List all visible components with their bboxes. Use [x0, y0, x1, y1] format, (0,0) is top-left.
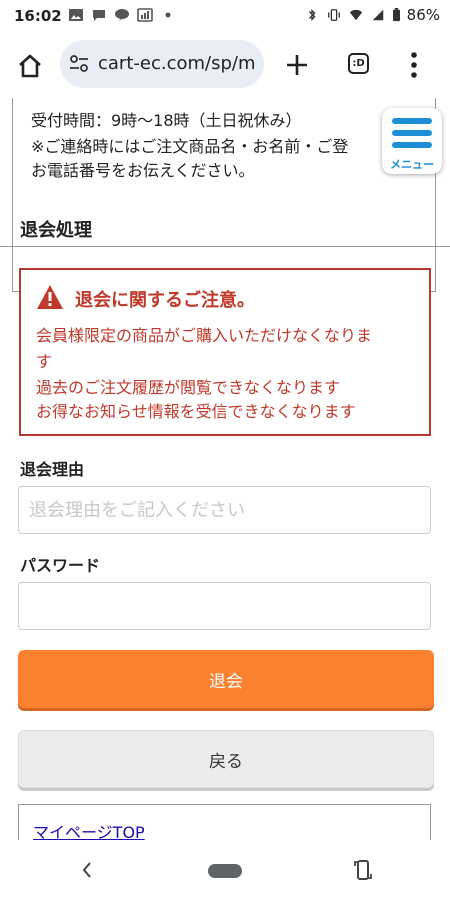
site-settings-icon[interactable] — [68, 54, 90, 74]
rotate-icon[interactable] — [352, 858, 374, 882]
contact-line: お電話番号をお伝えください。 — [31, 161, 255, 180]
address-bar[interactable]: cart-ec.com/sp/m — [60, 40, 264, 88]
warning-message: 会員様限定の商品がご購入いただけなくなりま — [36, 326, 373, 345]
vibrate-icon — [327, 9, 340, 21]
back-button[interactable]: 戻る — [18, 730, 434, 788]
warning-title: 退会に関するご注意。 — [75, 290, 255, 311]
divider — [0, 246, 450, 247]
password-input[interactable] — [18, 582, 431, 630]
browser-toolbar: cart-ec.com/sp/m :D — [0, 32, 450, 98]
menu-bar — [392, 130, 432, 136]
status-time: 16:02 — [14, 7, 62, 25]
warning-message: 過去のご注文履歴が閲覧できなくなります — [36, 378, 341, 397]
new-tab-icon[interactable] — [284, 52, 310, 78]
signal-icon — [372, 9, 383, 21]
dot-icon — [165, 12, 171, 18]
tab-switcher-button[interactable]: :D — [348, 53, 369, 74]
nav-back-icon[interactable] — [80, 860, 94, 880]
system-nav-bar — [0, 840, 450, 900]
link-box: マイページTOP — [18, 804, 431, 840]
warning-icon — [37, 285, 63, 309]
contact-line: ※ご連絡時にはご注文商品名・お名前・ご登 — [31, 137, 349, 156]
status-bar: 16:02 86% — [0, 0, 450, 32]
nav-home-pill[interactable] — [208, 864, 242, 878]
warning-box: 退会に関するご注意。 会員様限定の商品がご購入いただけなくなりま す 過去のご注… — [19, 268, 431, 436]
menu-bar — [392, 142, 432, 148]
password-label: パスワード — [20, 556, 101, 575]
reason-input[interactable] — [18, 486, 431, 534]
bluetooth-icon — [308, 9, 316, 21]
page-title: 退会処理 — [20, 220, 92, 241]
menu-bar — [392, 118, 432, 124]
menu-label: メニュー — [390, 158, 434, 171]
line-app-icon — [115, 9, 129, 21]
chat-icon — [93, 10, 105, 21]
withdraw-button[interactable]: 退会 — [18, 650, 434, 708]
battery-icon — [392, 8, 400, 22]
warning-message: す — [36, 352, 53, 371]
stats-icon — [137, 8, 153, 22]
gallery-icon — [69, 9, 83, 21]
contact-info-box: 受付時間：9時〜18時（土日祝休み） ※ご連絡時にはご注文商品名・お名前・ご登 … — [12, 98, 436, 292]
url-text: cart-ec.com/sp/m — [98, 53, 256, 74]
more-options-icon[interactable] — [410, 50, 418, 80]
warning-message: お得なお知らせ情報を受信できなくなります — [36, 402, 356, 421]
home-icon[interactable] — [16, 52, 44, 80]
mypage-top-link[interactable]: マイページTOP — [33, 819, 145, 840]
wifi-icon — [349, 9, 362, 21]
status-right: 86% — [304, 6, 440, 24]
reason-label: 退会理由 — [20, 460, 85, 479]
contact-line: 受付時間：9時〜18時（土日祝休み） — [31, 111, 302, 130]
page-content: 受付時間：9時〜18時（土日祝休み） ※ご連絡時にはご注文商品名・お名前・ご登 … — [0, 98, 450, 840]
menu-button[interactable]: メニュー — [382, 108, 442, 174]
battery-percent: 86% — [406, 6, 440, 24]
notification-icons — [68, 8, 176, 22]
